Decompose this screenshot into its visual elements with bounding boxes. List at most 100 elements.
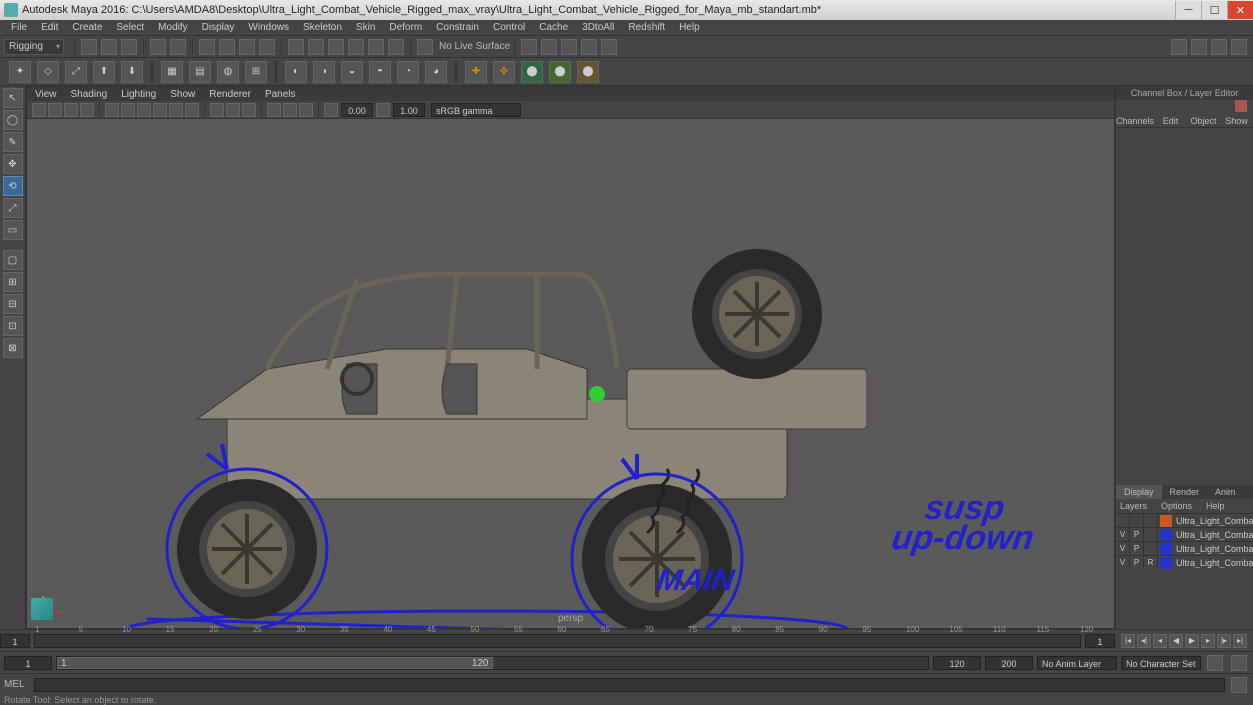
- vp-resolution-icon[interactable]: [267, 103, 281, 117]
- new-scene-icon[interactable]: [81, 39, 97, 55]
- shelf-ik-icon[interactable]: ⬆: [93, 61, 115, 83]
- lasso-tool-icon[interactable]: ◯: [3, 110, 23, 130]
- layer-vis-toggle[interactable]: [1116, 514, 1130, 527]
- vp-xrayjoint-icon[interactable]: [242, 103, 256, 117]
- vp-wireframe-icon[interactable]: [121, 103, 135, 117]
- layer-menu-layers[interactable]: Layers: [1120, 499, 1147, 513]
- vp-grid-icon[interactable]: [105, 103, 119, 117]
- layout-single-icon[interactable]: ▢: [3, 250, 23, 270]
- snap-point-icon[interactable]: [328, 39, 344, 55]
- layer-row[interactable]: VPUltra_Light_Combat_V: [1116, 541, 1253, 555]
- menu-edit[interactable]: Edit: [34, 21, 65, 34]
- vp-shadows-icon[interactable]: [185, 103, 199, 117]
- vp-gate-icon[interactable]: [283, 103, 297, 117]
- select-mode2-icon[interactable]: [219, 39, 235, 55]
- menu-skin[interactable]: Skin: [349, 21, 382, 34]
- select-mode3-icon[interactable]: [239, 39, 255, 55]
- vp-film-icon[interactable]: [80, 103, 94, 117]
- shelf-pose-icon[interactable]: ⬤: [577, 61, 599, 83]
- layer-playback-toggle[interactable]: [1130, 514, 1144, 527]
- vp-gamma-field[interactable]: 1.00: [393, 103, 425, 117]
- select-mode-icon[interactable]: [199, 39, 215, 55]
- vp-camera-icon[interactable]: [32, 103, 46, 117]
- cb-tab-edit[interactable]: Edit: [1154, 114, 1187, 127]
- snap-live-icon[interactable]: [368, 39, 384, 55]
- play-forward-button[interactable]: ▶: [1185, 634, 1199, 648]
- render-icon[interactable]: [541, 39, 557, 55]
- command-input[interactable]: [34, 678, 1225, 692]
- shelf-fk-icon[interactable]: ⬇: [121, 61, 143, 83]
- viewcube-icon[interactable]: [31, 598, 53, 620]
- panel-layout1-icon[interactable]: [1171, 39, 1187, 55]
- layer-ref-toggle[interactable]: [1144, 514, 1158, 527]
- layout-two-icon[interactable]: ⊟: [3, 294, 23, 314]
- menu-windows[interactable]: Windows: [241, 21, 296, 34]
- step-back-button[interactable]: ◂: [1153, 634, 1167, 648]
- layer-color-swatch[interactable]: [1160, 529, 1172, 541]
- cb-tab-channels[interactable]: Channels: [1116, 114, 1154, 127]
- layer-menu-help[interactable]: Help: [1206, 499, 1225, 513]
- menu-constrain[interactable]: Constrain: [429, 21, 486, 34]
- layer-ref-toggle[interactable]: [1144, 542, 1158, 555]
- layer-playback-toggle[interactable]: P: [1130, 556, 1144, 569]
- shelf-wrap-icon[interactable]: ◒: [341, 61, 363, 83]
- channel-toggle-icon[interactable]: [1235, 100, 1247, 112]
- close-button[interactable]: ✕: [1227, 1, 1253, 19]
- vp-image-icon[interactable]: [64, 103, 78, 117]
- layer-color-swatch[interactable]: [1160, 515, 1172, 527]
- menu-modify[interactable]: Modify: [151, 21, 194, 34]
- redo-icon[interactable]: [170, 39, 186, 55]
- shelf-mirror-icon[interactable]: ◇: [37, 61, 59, 83]
- vp-colorspace-dropdown[interactable]: sRGB gamma: [431, 103, 521, 117]
- layer-vis-toggle[interactable]: V: [1116, 528, 1130, 541]
- shelf-jiggle-icon[interactable]: ◕: [425, 61, 447, 83]
- shelf-hik-icon[interactable]: ⬤: [521, 61, 543, 83]
- vp-textured-icon[interactable]: [153, 103, 167, 117]
- character-set-dropdown[interactable]: No Character Set: [1121, 656, 1201, 670]
- vp-bookmark-icon[interactable]: [48, 103, 62, 117]
- vp-safe-icon[interactable]: [299, 103, 313, 117]
- time-current-field[interactable]: 1: [0, 634, 30, 648]
- vp-menu-view[interactable]: View: [35, 89, 57, 100]
- ipr-icon[interactable]: [561, 39, 577, 55]
- undo-icon[interactable]: [150, 39, 166, 55]
- save-scene-icon[interactable]: [121, 39, 137, 55]
- layer-tab-render[interactable]: Render: [1162, 485, 1208, 499]
- range-outer-end-field[interactable]: 200: [985, 656, 1033, 670]
- menu-file[interactable]: File: [4, 21, 34, 34]
- layer-color-swatch[interactable]: [1160, 543, 1172, 555]
- autokey-icon[interactable]: [1207, 655, 1223, 671]
- render-globals-icon[interactable]: [601, 39, 617, 55]
- snap-plane-icon[interactable]: [348, 39, 364, 55]
- step-forward-button[interactable]: ▸: [1201, 634, 1215, 648]
- viewport-canvas[interactable]: susp up-down MAIN persp: [27, 119, 1114, 628]
- vp-xray-icon[interactable]: [226, 103, 240, 117]
- shelf-constraint1-icon[interactable]: ✚: [465, 61, 487, 83]
- layer-playback-toggle[interactable]: P: [1130, 528, 1144, 541]
- range-end-field[interactable]: 120: [933, 656, 981, 670]
- menu-control[interactable]: Control: [486, 21, 532, 34]
- prefs-icon[interactable]: [1231, 655, 1247, 671]
- command-language-label[interactable]: MEL: [4, 679, 34, 690]
- cb-tab-object[interactable]: Object: [1187, 114, 1220, 127]
- layer-vis-toggle[interactable]: V: [1116, 556, 1130, 569]
- snap-grid-icon[interactable]: [288, 39, 304, 55]
- layer-menu-options[interactable]: Options: [1161, 499, 1192, 513]
- range-handle[interactable]: 1 120: [57, 657, 493, 669]
- play-back-button[interactable]: ◀: [1169, 634, 1183, 648]
- script-editor-icon[interactable]: [1231, 677, 1247, 693]
- layer-row[interactable]: VPRUltra_Light_Combat_V: [1116, 555, 1253, 569]
- layer-vis-toggle[interactable]: V: [1116, 542, 1130, 555]
- layout-vert-icon[interactable]: ⊡: [3, 316, 23, 336]
- layer-playback-toggle[interactable]: P: [1130, 542, 1144, 555]
- shelf-detach-icon[interactable]: ▤: [189, 61, 211, 83]
- layer-row[interactable]: Ultra_Light_Combat_V: [1116, 513, 1253, 527]
- panel-layout2-icon[interactable]: [1191, 39, 1207, 55]
- minimize-button[interactable]: ─: [1175, 1, 1201, 19]
- history-icon[interactable]: [521, 39, 537, 55]
- vp-menu-lighting[interactable]: Lighting: [121, 89, 156, 100]
- panel-layout3-icon[interactable]: [1211, 39, 1227, 55]
- shelf-lattice-icon[interactable]: ⊞: [245, 61, 267, 83]
- vp-exposure-icon[interactable]: [324, 103, 338, 117]
- time-end-field[interactable]: 1: [1085, 634, 1115, 648]
